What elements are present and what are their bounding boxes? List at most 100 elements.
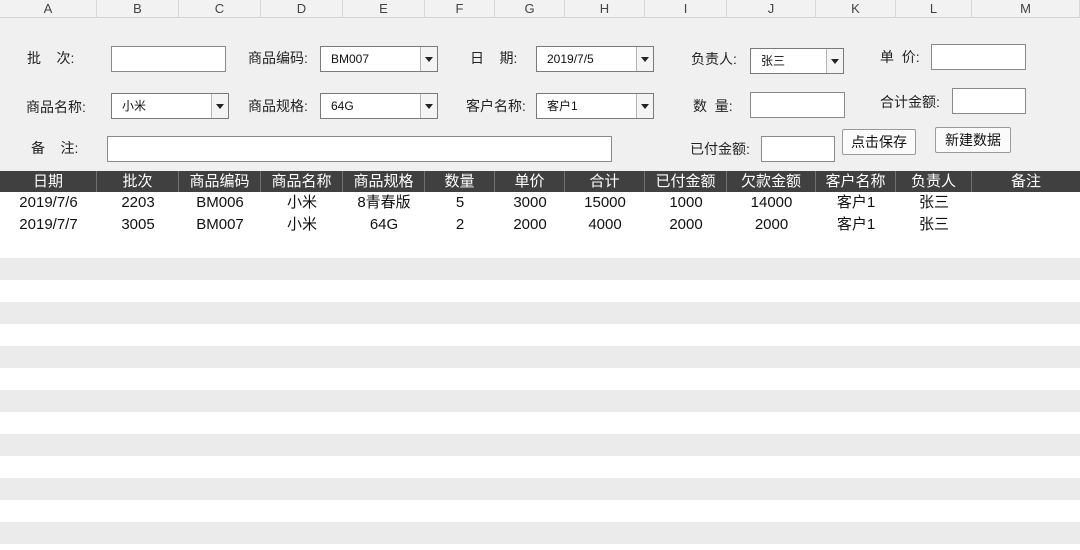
empty-row[interactable] [0,434,1080,456]
batch-input[interactable] [111,46,226,72]
cell-note[interactable] [972,192,1080,214]
column-letter-g[interactable]: G [495,0,565,18]
quantity-input[interactable] [750,92,845,118]
cell-owner[interactable]: 张三 [896,214,972,236]
cell-paid[interactable]: 1000 [645,192,727,214]
header-quantity: 数量 [425,171,495,192]
chevron-down-icon[interactable] [636,47,653,71]
column-letter-l[interactable]: L [896,0,972,18]
cell-product-code[interactable]: BM006 [179,192,261,214]
batch-label: 批 次: [27,50,75,66]
empty-row[interactable] [0,346,1080,368]
cell-product-spec[interactable]: 64G [343,214,425,236]
product-code-label: 商品编码: [248,50,308,66]
date-label: 日 期: [470,50,518,66]
column-letter-f[interactable]: F [425,0,495,18]
cell-customer[interactable]: 客户1 [816,192,896,214]
product-spec-select[interactable]: 64G [320,93,438,119]
cell-batch[interactable]: 3005 [97,214,179,236]
date-select[interactable]: 2019/7/5 [536,46,654,72]
note-input[interactable] [107,136,612,162]
empty-row[interactable] [0,412,1080,434]
cell-total[interactable]: 4000 [565,214,645,236]
cell-quantity[interactable]: 2 [425,214,495,236]
header-batch: 批次 [97,171,179,192]
column-letter-c[interactable]: C [179,0,261,18]
product-name-select[interactable]: 小米 [111,93,229,119]
save-button[interactable]: 点击保存 [842,129,916,155]
empty-row[interactable] [0,368,1080,390]
cell-unit-price[interactable]: 2000 [495,214,565,236]
cell-owed[interactable]: 14000 [727,192,816,214]
cell-note[interactable] [972,214,1080,236]
empty-row[interactable] [0,522,1080,544]
column-header-bar: A B C D E F G H I J K L M [0,0,1080,18]
cell-product-code[interactable]: BM007 [179,214,261,236]
empty-row[interactable] [0,456,1080,478]
chevron-down-icon[interactable] [636,94,653,118]
empty-row[interactable] [0,390,1080,412]
product-spec-value: 64G [331,99,354,113]
header-product-name: 商品名称 [261,171,343,192]
table-row[interactable]: 2019/7/7 3005 BM007 小米 64G 2 2000 4000 2… [0,214,1080,236]
header-owed: 欠款金额 [727,171,816,192]
product-code-value: BM007 [331,52,370,66]
column-letter-j[interactable]: J [727,0,816,18]
paid-label: 已付金额: [690,141,750,157]
chevron-down-icon[interactable] [211,94,228,118]
header-date: 日期 [0,171,97,192]
product-name-value: 小米 [122,99,147,113]
total-label: 合计金额: [880,94,940,110]
cell-product-spec[interactable]: 8青春版 [343,192,425,214]
total-input[interactable] [952,88,1026,114]
cell-quantity[interactable]: 5 [425,192,495,214]
new-data-button[interactable]: 新建数据 [935,127,1011,153]
column-letter-m[interactable]: M [972,0,1080,18]
owner-select[interactable]: 张三 [750,48,844,74]
chevron-down-icon[interactable] [420,47,437,71]
column-letter-h[interactable]: H [565,0,645,18]
cell-date[interactable]: 2019/7/7 [0,214,97,236]
cell-owed[interactable]: 2000 [727,214,816,236]
cell-total[interactable]: 15000 [565,192,645,214]
column-letter-i[interactable]: I [645,0,727,18]
cell-date[interactable]: 2019/7/6 [0,192,97,214]
header-unit-price: 单价 [495,171,565,192]
quantity-label: 数 量: [693,98,733,114]
note-label: 备 注: [31,140,79,156]
column-letter-d[interactable]: D [261,0,343,18]
empty-row[interactable] [0,478,1080,500]
column-letter-a[interactable]: A [0,0,97,18]
cell-product-name[interactable]: 小米 [261,214,343,236]
unit-price-input[interactable] [931,44,1026,70]
empty-row[interactable] [0,236,1080,258]
customer-select[interactable]: 客户1 [536,93,654,119]
empty-row[interactable] [0,258,1080,280]
cell-batch[interactable]: 2203 [97,192,179,214]
table-header-row: 日期 批次 商品编码 商品名称 商品规格 数量 单价 合计 已付金额 欠款金额 … [0,171,1080,192]
empty-row[interactable] [0,324,1080,346]
customer-label: 客户名称: [466,98,526,114]
header-product-code: 商品编码 [179,171,261,192]
cell-owner[interactable]: 张三 [896,192,972,214]
date-value: 2019/7/5 [547,52,594,66]
column-letter-k[interactable]: K [816,0,896,18]
empty-row[interactable] [0,500,1080,522]
chevron-down-icon[interactable] [420,94,437,118]
cell-unit-price[interactable]: 3000 [495,192,565,214]
table-row[interactable]: 2019/7/6 2203 BM006 小米 8青春版 5 3000 15000… [0,192,1080,214]
cell-customer[interactable]: 客户1 [816,214,896,236]
header-paid: 已付金额 [645,171,727,192]
column-letter-e[interactable]: E [343,0,425,18]
cell-paid[interactable]: 2000 [645,214,727,236]
product-spec-label: 商品规格: [248,98,308,114]
header-total: 合计 [565,171,645,192]
column-letter-b[interactable]: B [97,0,179,18]
owner-value: 张三 [761,54,786,68]
product-code-select[interactable]: BM007 [320,46,438,72]
empty-row[interactable] [0,280,1080,302]
chevron-down-icon[interactable] [826,49,843,73]
paid-input[interactable] [761,136,835,162]
empty-row[interactable] [0,302,1080,324]
cell-product-name[interactable]: 小米 [261,192,343,214]
